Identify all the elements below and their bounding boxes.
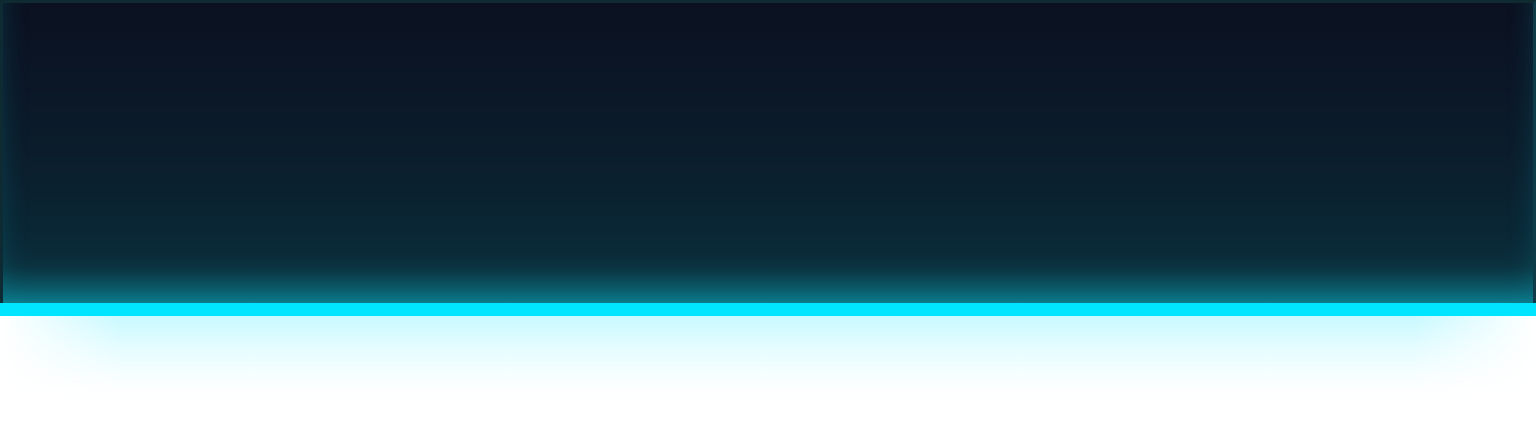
page-canvas bbox=[0, 0, 1536, 432]
accent-divider bbox=[0, 303, 1536, 316]
hero-banner bbox=[0, 0, 1536, 303]
accent-glow bbox=[0, 316, 1536, 396]
